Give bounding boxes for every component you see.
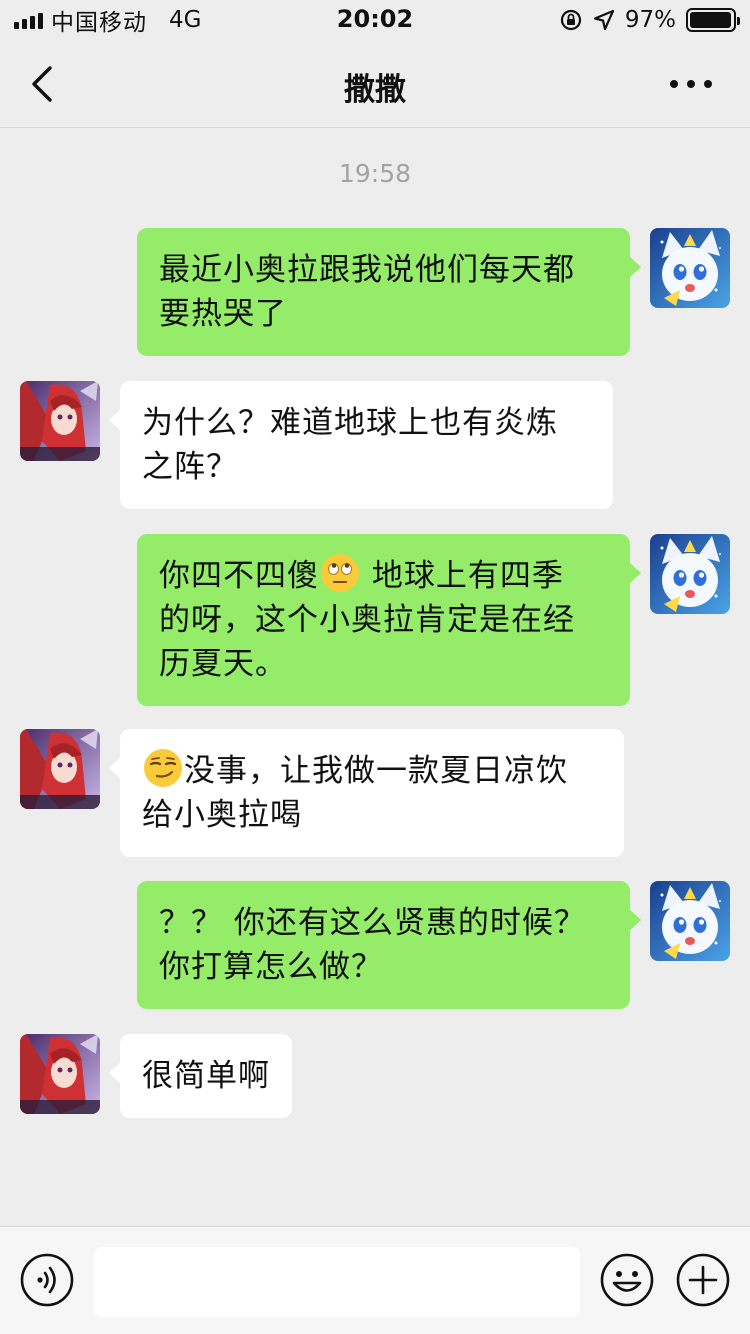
smirk-emoji: [144, 749, 182, 787]
message-bubble[interactable]: 很简单啊: [109, 1034, 292, 1118]
battery-icon: [686, 8, 740, 32]
chat-title: 撒撒: [344, 72, 406, 108]
message-text: 你四不四傻: [159, 558, 319, 594]
message-text: 地球上有四季: [361, 558, 564, 594]
message-bubble[interactable]: ？？ 你还有这么贤惠的时候？ 你打算怎么做？: [137, 881, 641, 1009]
message-line: 的呀，这个小奥拉肯定是在经: [159, 602, 575, 638]
battery-percent: 97%: [624, 7, 676, 33]
message-line: 历夏天。: [159, 646, 287, 682]
battery-fill: [690, 12, 731, 28]
message-bubble[interactable]: 最近小奥拉跟我说他们每天都 要热哭了: [137, 228, 641, 356]
message-input[interactable]: [94, 1247, 580, 1317]
message-line: 之阵？: [142, 449, 238, 485]
blue-cat-avatar[interactable]: [650, 534, 730, 614]
message-line: 最近小奥拉跟我说他们每天都: [159, 252, 575, 288]
message-line: 给小奥拉喝: [142, 797, 302, 833]
message-text: 没事，让我做一款夏日凉饮: [184, 753, 568, 789]
message-line: ？？ 你还有这么贤惠的时候？: [159, 905, 586, 941]
red-hair-avatar[interactable]: [20, 381, 100, 461]
location-icon: [593, 9, 614, 31]
status-bar: 中国移动 4G 20:02 97%: [0, 0, 750, 40]
message-line: 为什么？难道地球上也有炎炼: [142, 405, 558, 441]
voice-icon[interactable]: [20, 1253, 74, 1307]
message-line: 没事，让我做一款夏日凉饮: [142, 749, 602, 793]
message-line: 你打算怎么做？: [159, 949, 383, 985]
orientation-lock-icon: [560, 9, 581, 31]
message-line: 你四不四傻 地球上有四季: [159, 554, 608, 598]
message-line: 很简单啊: [142, 1058, 270, 1094]
message-line: 要热哭了: [159, 296, 287, 332]
chat-area[interactable]: 19:58 最近小奥拉跟我说他们每天都 要热哭了 为什么？难道地球上也有炎炼 之…: [0, 129, 750, 1226]
red-hair-avatar[interactable]: [20, 1034, 100, 1114]
emoji-icon[interactable]: [600, 1253, 654, 1307]
message-bubble[interactable]: 为什么？难道地球上也有炎炼 之阵？: [109, 381, 613, 509]
nav-bar: 撒撒: [0, 40, 750, 128]
message-timestamp: 19:58: [338, 159, 412, 188]
red-hair-avatar[interactable]: [20, 729, 100, 809]
status-right: 97%: [559, 6, 740, 34]
blue-cat-avatar[interactable]: [650, 228, 730, 308]
message-bubble[interactable]: 没事，让我做一款夏日凉饮 给小奥拉喝: [109, 729, 624, 857]
more-dots-icon[interactable]: [670, 80, 712, 88]
message-bubble[interactable]: 你四不四傻 地球上有四季 的呀，这个小奥拉肯定是在经 历夏天。: [137, 534, 641, 706]
blue-cat-avatar[interactable]: [650, 881, 730, 961]
input-bar: [0, 1226, 750, 1334]
eye-roll-emoji: [321, 554, 359, 592]
plus-icon[interactable]: [676, 1253, 730, 1307]
